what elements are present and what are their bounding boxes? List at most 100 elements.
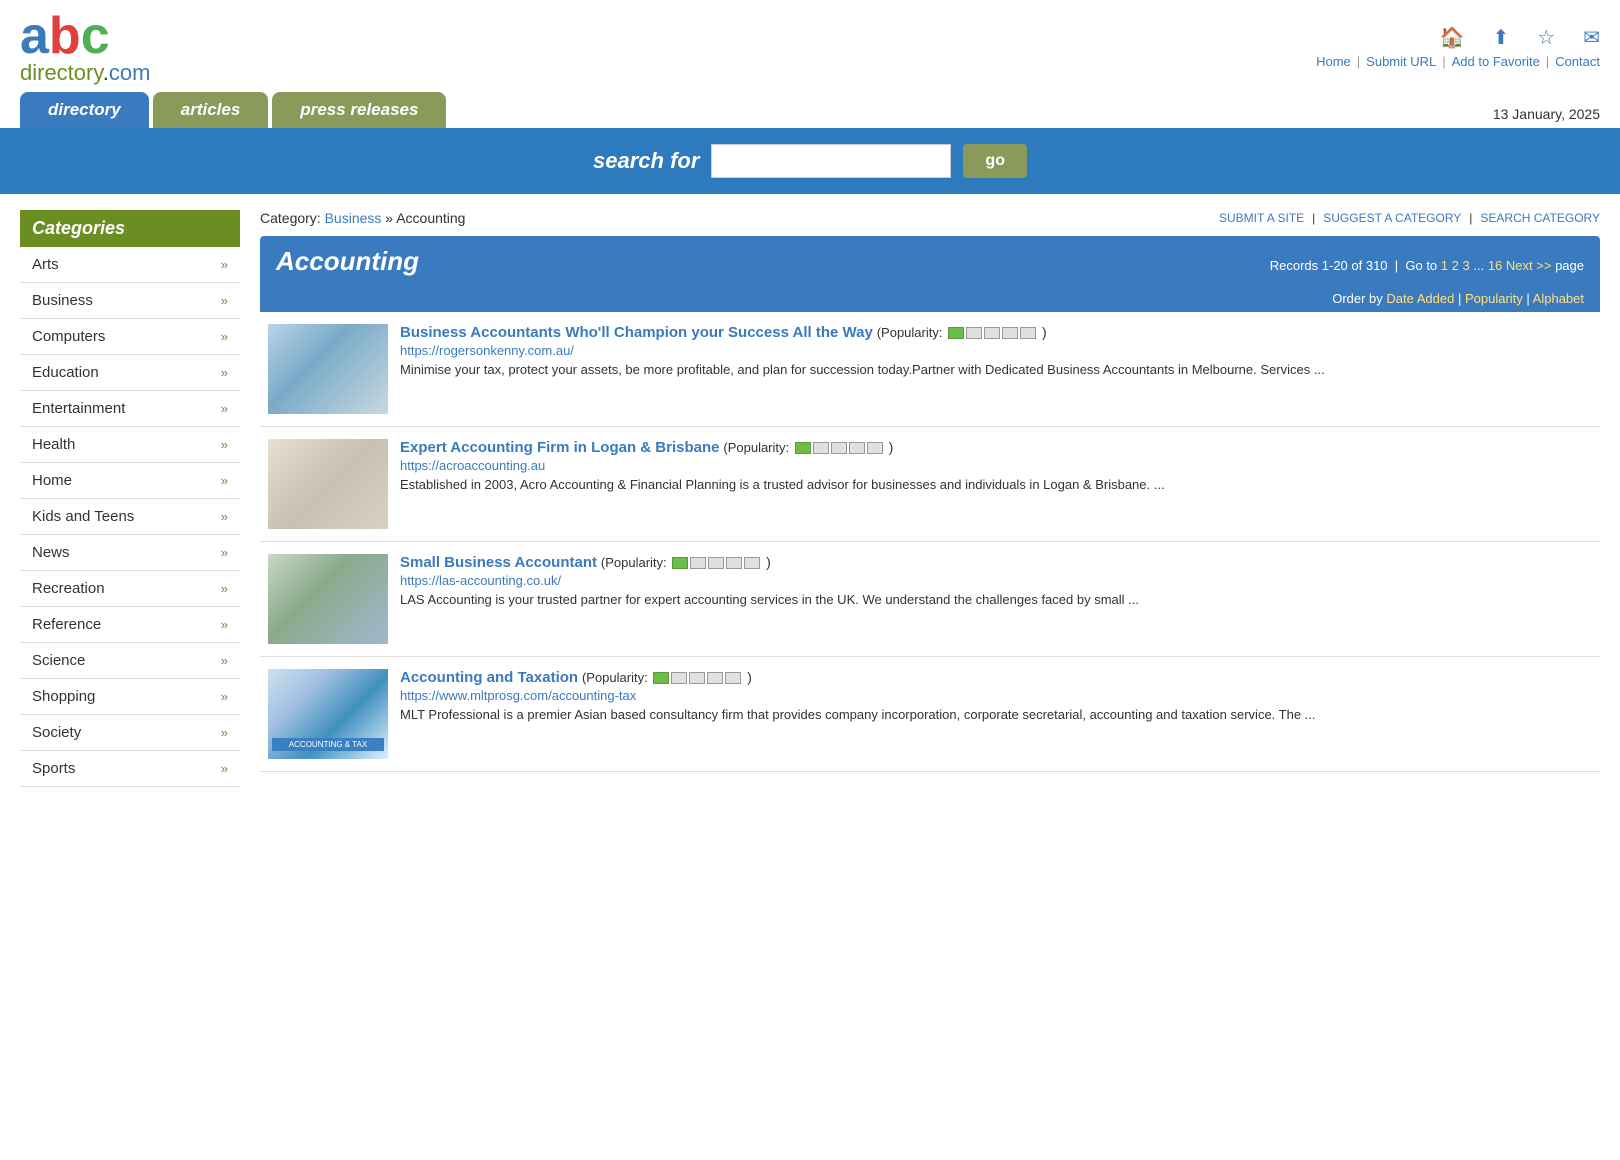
content-area: Category: Business » Accounting SUBMIT A… bbox=[260, 210, 1600, 787]
popularity-bar bbox=[672, 557, 760, 569]
contact-link[interactable]: Contact bbox=[1555, 54, 1600, 69]
listing-title-row: Small Business Accountant (Popularity: ) bbox=[400, 554, 1592, 571]
arrow-icon: » bbox=[221, 761, 228, 776]
page-3-link[interactable]: 3 bbox=[1463, 258, 1470, 273]
sidebar-item-reference[interactable]: Reference» bbox=[20, 607, 240, 643]
logo-directory: directory bbox=[20, 60, 103, 85]
pop-segment bbox=[813, 442, 829, 454]
sidebar-item-entertainment[interactable]: Entertainment» bbox=[20, 391, 240, 427]
listing-thumb bbox=[268, 439, 388, 529]
listing-title-row: Accounting and Taxation (Popularity: ) bbox=[400, 669, 1592, 686]
sidebar-heading: Categories bbox=[20, 210, 240, 247]
sidebar-link-sports[interactable]: Sports bbox=[32, 760, 75, 777]
pop-segment bbox=[690, 557, 706, 569]
listing-url[interactable]: https://www.mltprosg.com/accounting-tax bbox=[400, 688, 1592, 703]
sidebar-link-shopping[interactable]: Shopping bbox=[32, 688, 95, 705]
sidebar-link-entertainment[interactable]: Entertainment bbox=[32, 400, 125, 417]
listing-title-row: Expert Accounting Firm in Logan & Brisba… bbox=[400, 439, 1592, 456]
home-icon: 🏠 bbox=[1440, 25, 1465, 50]
sidebar-item-computers[interactable]: Computers» bbox=[20, 319, 240, 355]
arrow-icon: » bbox=[221, 689, 228, 704]
sidebar-item-society[interactable]: Society » bbox=[20, 715, 240, 751]
top-nav-links: Home | Submit URL | Add to Favorite | Co… bbox=[1316, 54, 1600, 69]
arrow-icon: » bbox=[221, 293, 228, 308]
sidebar-link-science[interactable]: Science bbox=[32, 652, 85, 669]
listing-thumbnail bbox=[268, 554, 388, 644]
order-popularity-link[interactable]: Popularity bbox=[1465, 291, 1523, 306]
sidebar-link-news[interactable]: News bbox=[32, 544, 70, 561]
submit-site-link[interactable]: SUBMIT A SITE bbox=[1219, 211, 1304, 225]
suggest-category-link[interactable]: SUGGEST A CATEGORY bbox=[1323, 211, 1461, 225]
sidebar-item-home[interactable]: Home» bbox=[20, 463, 240, 499]
sidebar-item-shopping[interactable]: Shopping » bbox=[20, 679, 240, 715]
sidebar-link-arts[interactable]: Arts bbox=[32, 256, 59, 273]
popularity-label: (Popularity: bbox=[723, 440, 792, 455]
sidebar-link-home[interactable]: Home bbox=[32, 472, 72, 489]
listing-item: Small Business Accountant (Popularity: )… bbox=[260, 542, 1600, 657]
pop-segment bbox=[984, 327, 1000, 339]
parent-category-link[interactable]: Business bbox=[325, 210, 382, 226]
category-label: Category: bbox=[260, 210, 321, 226]
sidebar-link-computers[interactable]: Computers bbox=[32, 328, 105, 345]
listing-title-link[interactable]: Small Business Accountant bbox=[400, 554, 597, 571]
category-title: Accounting bbox=[276, 246, 419, 277]
next-page-link[interactable]: Next >> bbox=[1506, 258, 1552, 273]
sidebar-link-education[interactable]: Education bbox=[32, 364, 99, 381]
sidebar-link-kids-and-teens[interactable]: Kids and Teens bbox=[32, 508, 134, 525]
listing-thumbnail bbox=[268, 439, 388, 529]
pop-segment bbox=[795, 442, 811, 454]
listing-url[interactable]: https://rogersonkenny.com.au/ bbox=[400, 343, 1592, 358]
listing-title-link[interactable]: Accounting and Taxation bbox=[400, 669, 578, 686]
page-1-link[interactable]: 1 bbox=[1441, 258, 1448, 273]
sidebar-item-recreation[interactable]: Recreation» bbox=[20, 571, 240, 607]
sidebar-item-education[interactable]: Education» bbox=[20, 355, 240, 391]
tab-directory[interactable]: directory bbox=[20, 92, 149, 128]
listing-description: Minimise your tax, protect your assets, … bbox=[400, 360, 1592, 380]
sidebar-link-health[interactable]: Health bbox=[32, 436, 75, 453]
arrow-icon: » bbox=[221, 545, 228, 560]
popularity-bar bbox=[795, 442, 883, 454]
sidebar-link-recreation[interactable]: Recreation bbox=[32, 580, 105, 597]
sidebar-link-society[interactable]: Society bbox=[32, 724, 81, 741]
favorite-link[interactable]: Add to Favorite bbox=[1452, 54, 1540, 69]
records-info: Records 1-20 of 310 bbox=[1270, 258, 1388, 273]
submit-url-link[interactable]: Submit URL bbox=[1366, 54, 1436, 69]
order-label: Order by bbox=[1332, 291, 1383, 306]
search-category-link[interactable]: SEARCH CATEGORY bbox=[1480, 211, 1600, 225]
sidebar-item-health[interactable]: Health» bbox=[20, 427, 240, 463]
sidebar-item-arts[interactable]: Arts» bbox=[20, 247, 240, 283]
top-right: 🏠 ⬆ ☆ ✉ Home | Submit URL | Add to Favor… bbox=[1316, 25, 1600, 69]
listing-info: Business Accountants Who'll Champion you… bbox=[400, 324, 1592, 380]
sidebar-item-sports[interactable]: Sports » bbox=[20, 751, 240, 787]
page-16-link[interactable]: 16 bbox=[1488, 258, 1502, 273]
listing-title-link[interactable]: Expert Accounting Firm in Logan & Brisba… bbox=[400, 439, 719, 456]
order-alphabet-link[interactable]: Alphabet bbox=[1533, 291, 1584, 306]
order-date-link[interactable]: Date Added bbox=[1386, 291, 1454, 306]
current-category: » Accounting bbox=[385, 210, 465, 226]
listing-info: Accounting and Taxation (Popularity: ) h… bbox=[400, 669, 1592, 725]
pop-segment bbox=[707, 672, 723, 684]
date-display: 13 January, 2025 bbox=[1493, 106, 1600, 128]
listing-url[interactable]: https://las-accounting.co.uk/ bbox=[400, 573, 1592, 588]
sidebar-item-news[interactable]: News » bbox=[20, 535, 240, 571]
listing-url[interactable]: https://acroaccounting.au bbox=[400, 458, 1592, 473]
tab-press-releases[interactable]: press releases bbox=[272, 92, 446, 128]
listing-title-link[interactable]: Business Accountants Who'll Champion you… bbox=[400, 324, 873, 341]
home-link[interactable]: Home bbox=[1316, 54, 1351, 69]
sidebar-link-reference[interactable]: Reference bbox=[32, 616, 101, 633]
sidebar-item-business[interactable]: Business » bbox=[20, 283, 240, 319]
arrow-icon: » bbox=[221, 725, 228, 740]
page-2-link[interactable]: 2 bbox=[1452, 258, 1459, 273]
contact-icon: ✉ bbox=[1583, 25, 1600, 50]
popularity-close: ) bbox=[766, 554, 771, 570]
tabs-row: directory articles press releases 13 Jan… bbox=[0, 84, 1620, 128]
sidebar-item-kids-and-teens[interactable]: Kids and Teens» bbox=[20, 499, 240, 535]
listing-thumbnail bbox=[268, 324, 388, 414]
go-button[interactable]: go bbox=[963, 144, 1027, 178]
sidebar-link-business[interactable]: Business bbox=[32, 292, 93, 309]
search-input[interactable] bbox=[711, 144, 951, 178]
header: abc directory.com 🏠 ⬆ ☆ ✉ Home | Submit … bbox=[0, 0, 1620, 84]
search-label: search for bbox=[593, 148, 699, 174]
sidebar-item-science[interactable]: Science» bbox=[20, 643, 240, 679]
tab-articles[interactable]: articles bbox=[153, 92, 269, 128]
